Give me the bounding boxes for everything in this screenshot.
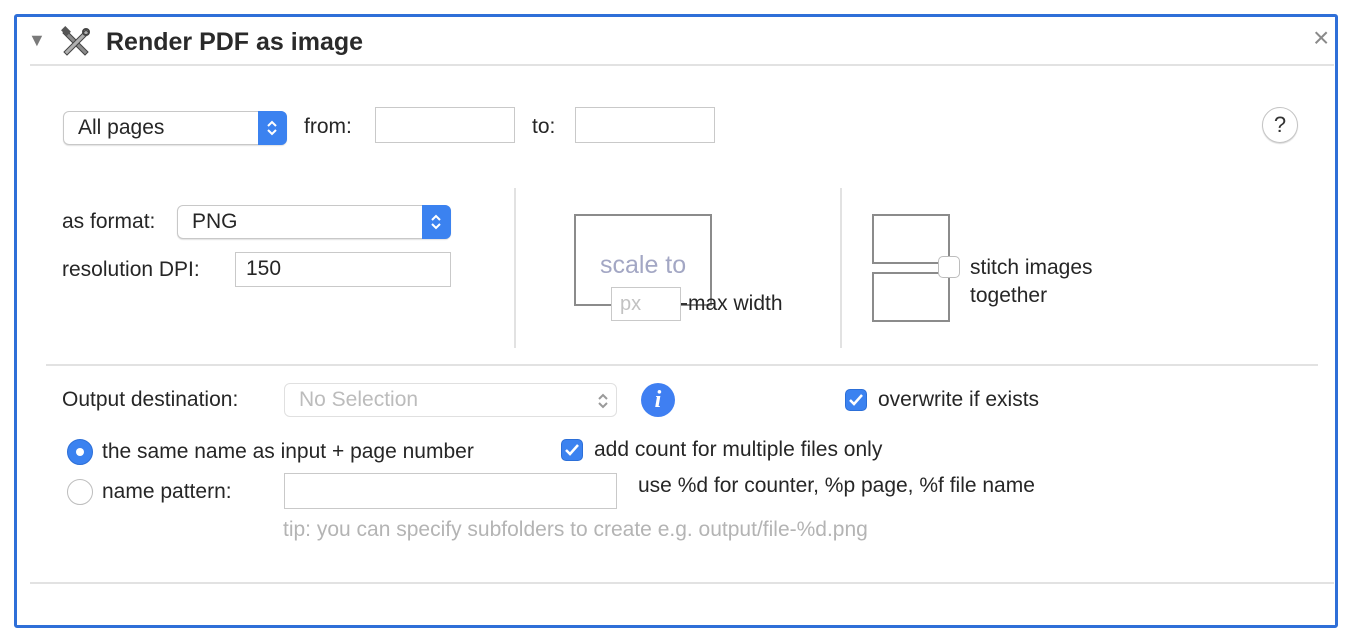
scale-to-text: scale to xyxy=(600,251,687,279)
page-range-popup[interactable]: All pages xyxy=(63,111,287,145)
automator-tools-icon xyxy=(60,26,92,58)
add-count-label: add count for multiple files only xyxy=(594,438,883,461)
stitch-diagram-top-icon xyxy=(872,214,950,264)
header-divider xyxy=(30,64,1334,66)
dpi-input[interactable]: 150 xyxy=(235,252,451,287)
add-count-checkbox[interactable] xyxy=(561,439,583,461)
output-destination-value: No Selection xyxy=(299,388,419,411)
stitch-label-line1: stitch images xyxy=(970,256,1093,279)
subfolder-tip: tip: you can specify subfolders to creat… xyxy=(283,518,868,541)
to-input[interactable] xyxy=(575,107,715,143)
name-pattern-input[interactable] xyxy=(284,473,617,509)
dpi-label: resolution DPI: xyxy=(62,258,200,281)
overwrite-checkbox[interactable] xyxy=(845,389,867,411)
stitch-diagram-bottom-icon xyxy=(872,272,950,322)
name-pattern-radio[interactable] xyxy=(67,479,93,505)
name-pattern-label: name pattern: xyxy=(102,480,232,503)
max-width-label: max width xyxy=(688,292,783,315)
section-divider xyxy=(514,188,516,348)
stitch-checkbox[interactable] xyxy=(938,256,960,278)
to-label: to: xyxy=(532,115,556,138)
from-input[interactable] xyxy=(375,107,515,143)
chevron-updown-icon xyxy=(596,390,610,418)
format-popup[interactable]: PNG xyxy=(177,205,451,239)
collapse-triangle-icon[interactable]: ▼ xyxy=(28,30,46,51)
max-width-input[interactable]: px xyxy=(611,287,681,321)
same-name-radio[interactable] xyxy=(67,439,93,465)
popup-stepper-icon xyxy=(258,111,287,145)
pattern-hint: use %d for counter, %p page, %f file nam… xyxy=(638,474,1035,497)
max-width-tick xyxy=(681,303,687,305)
stitch-label-line2: together xyxy=(970,284,1048,307)
same-name-label: the same name as input + page number xyxy=(102,440,474,463)
output-destination-label: Output destination: xyxy=(62,388,239,411)
section-divider xyxy=(840,188,842,348)
output-destination-popup[interactable]: No Selection xyxy=(284,383,617,417)
footer-divider xyxy=(30,582,1334,584)
help-button[interactable]: ? xyxy=(1262,107,1298,143)
action-title: Render PDF as image xyxy=(106,28,364,56)
output-divider xyxy=(46,364,1318,366)
page-range-value: All pages xyxy=(78,116,165,139)
overwrite-label: overwrite if exists xyxy=(878,388,1040,411)
popup-stepper-icon xyxy=(422,205,451,239)
from-label: from: xyxy=(304,115,352,138)
format-value: PNG xyxy=(192,210,238,233)
info-icon[interactable]: i xyxy=(641,383,675,417)
format-label: as format: xyxy=(62,210,156,233)
close-icon[interactable]: × xyxy=(1313,24,1329,52)
